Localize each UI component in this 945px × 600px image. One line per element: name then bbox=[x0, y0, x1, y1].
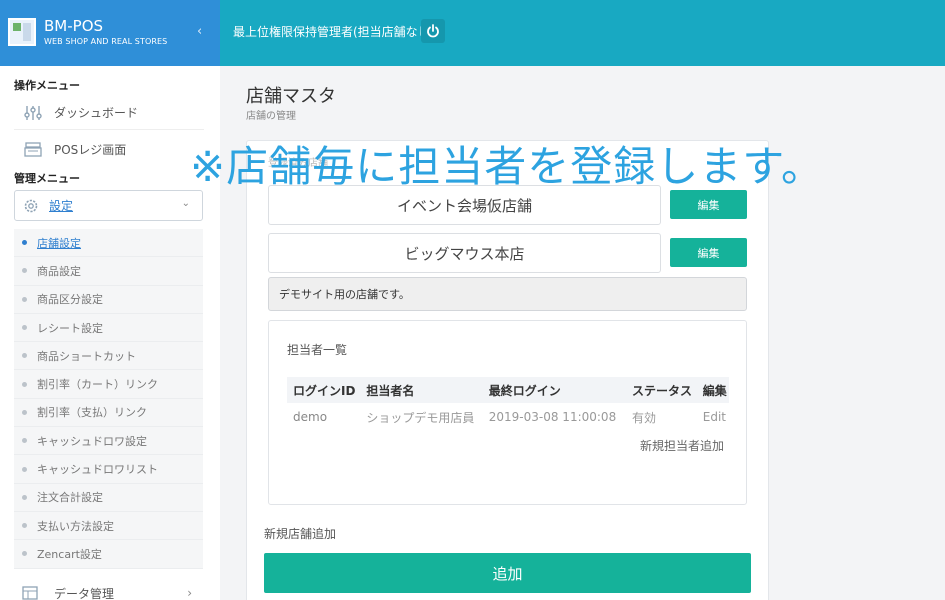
submenu-label: キャッシュドロワ設定 bbox=[37, 434, 147, 448]
bullet-icon bbox=[22, 551, 27, 557]
ops-menu-title: 操作メニュー bbox=[14, 79, 80, 92]
submenu-label: Zencart設定 bbox=[37, 547, 102, 561]
submenu-label: 店舗設定 bbox=[37, 236, 81, 250]
gear-icon bbox=[23, 198, 39, 214]
column-header-edit: 編集 bbox=[696, 377, 729, 403]
submenu-label: 商品区分設定 bbox=[37, 293, 103, 307]
bullet-icon bbox=[22, 523, 27, 529]
submenu-item-discount-payment[interactable]: 割引率（支払）リンク bbox=[14, 399, 203, 428]
submenu-label: 商品設定 bbox=[37, 264, 81, 278]
sidebar: 操作メニュー ダッシュボード POSレジ画面 管理メニュー 設定 ⌄ 店舗設定 … bbox=[0, 66, 220, 600]
register-icon bbox=[22, 141, 44, 157]
submenu-label: 割引率（支払）リンク bbox=[37, 406, 147, 420]
brand-area[interactable]: BM-POS WEB SHOP AND REAL STORES ‹ bbox=[0, 0, 220, 66]
logout-button[interactable] bbox=[421, 19, 445, 43]
cell-last-login: 2019-03-08 11:00:08 bbox=[488, 410, 617, 424]
submenu-label: 支払い方法設定 bbox=[37, 519, 114, 533]
power-icon bbox=[427, 24, 439, 38]
cell-staff-name: ショップデモ用店員 bbox=[366, 410, 475, 425]
store-note[interactable]: デモサイト用の店舗です。 bbox=[268, 277, 747, 311]
submenu-item-product-settings[interactable]: 商品設定 bbox=[14, 257, 203, 286]
annotation-overlay-text: ※店舗毎に担当者を登録します。 bbox=[190, 142, 824, 191]
sidebar-item-settings[interactable]: 設定 ⌄ bbox=[14, 190, 203, 221]
sidebar-item-pos-register[interactable]: POSレジ画面 bbox=[14, 132, 204, 166]
bullet-icon bbox=[22, 466, 27, 472]
database-icon bbox=[22, 586, 44, 600]
submenu-label: 商品ショートカット bbox=[37, 349, 136, 363]
column-header-status: ステータス bbox=[625, 377, 697, 403]
sidebar-item-dashboard[interactable]: ダッシュボード bbox=[14, 96, 204, 130]
page-title: 店舗マスタ bbox=[246, 86, 336, 107]
add-store-button[interactable]: 追加 bbox=[264, 553, 751, 593]
submenu-label: 割引率（カート）リンク bbox=[37, 378, 158, 392]
app-subtitle: WEB SHOP AND REAL STORES bbox=[44, 37, 168, 46]
sidebar-item-label: ダッシュボード bbox=[54, 106, 139, 120]
sidebar-item-label: 設定 bbox=[49, 199, 74, 213]
bullet-icon bbox=[22, 268, 27, 274]
submenu-label: レシート設定 bbox=[37, 321, 103, 335]
new-store-label: 新規店舗追加 bbox=[264, 527, 337, 541]
submenu-item-discount-cart[interactable]: 割引率（カート）リンク bbox=[14, 370, 203, 399]
staff-table: ログインID 担当者名 最終ログイン ステータス 編集 demo ショップデモ用… bbox=[287, 377, 729, 431]
staff-panel: 担当者一覧 ログインID 担当者名 最終ログイン ステータス 編集 demo シ… bbox=[268, 320, 747, 505]
bullet-icon bbox=[22, 438, 27, 444]
current-user-label: 最上位権限保持管理者(担当店舗なし) bbox=[233, 25, 435, 39]
store-name-field[interactable]: ビッグマウス本店 bbox=[268, 233, 661, 273]
column-header-last-login: 最終ログイン bbox=[482, 377, 626, 403]
app-title: BM-POS bbox=[44, 17, 104, 35]
bullet-icon bbox=[22, 409, 27, 415]
bullet-icon bbox=[22, 353, 27, 359]
edit-store-button[interactable]: 編集 bbox=[670, 190, 747, 219]
chevron-down-icon: ⌄ bbox=[181, 198, 190, 209]
submenu-item-product-category[interactable]: 商品区分設定 bbox=[14, 286, 203, 314]
column-header-login-id: ログインID bbox=[287, 377, 361, 403]
submenu-label: 注文合計設定 bbox=[37, 491, 103, 505]
bullet-icon bbox=[22, 240, 27, 246]
bullet-icon bbox=[22, 296, 27, 302]
edit-staff-link[interactable]: Edit bbox=[697, 403, 729, 431]
sidebar-item-label: データ管理 bbox=[54, 586, 115, 600]
submenu-item-order-total[interactable]: 注文合計設定 bbox=[14, 484, 203, 512]
collapse-sidebar-icon[interactable]: ‹ bbox=[197, 24, 202, 39]
app-logo-icon bbox=[8, 18, 36, 46]
table-row: demo ショップデモ用店員 2019-03-08 11:00:08 有効 Ed… bbox=[287, 403, 729, 431]
submenu-item-cash-drawer-settings[interactable]: キャッシュドロワ設定 bbox=[14, 427, 203, 456]
sidebar-item-data-management[interactable]: データ管理 › bbox=[14, 578, 204, 600]
bullet-icon bbox=[22, 381, 27, 387]
submenu-item-product-shortcut[interactable]: 商品ショートカット bbox=[14, 342, 203, 371]
edit-store-button[interactable]: 編集 bbox=[670, 238, 747, 267]
page-subtitle: 店舗の管理 bbox=[246, 111, 296, 122]
admin-menu-title: 管理メニュー bbox=[14, 172, 80, 185]
sidebar-item-label: POSレジ画面 bbox=[54, 142, 127, 157]
bullet-icon bbox=[22, 325, 27, 331]
cell-login-id: demo bbox=[293, 410, 328, 424]
submenu-item-zencart[interactable]: Zencart設定 bbox=[14, 540, 203, 569]
chevron-right-icon: › bbox=[187, 586, 192, 600]
add-staff-link[interactable]: 新規担当者追加 bbox=[640, 437, 724, 454]
top-bar: 最上位権限保持管理者(担当店舗なし) bbox=[220, 0, 945, 66]
settings-submenu: 店舗設定 商品設定 商品区分設定 レシート設定 商品ショートカット 割引率（カー… bbox=[14, 229, 203, 569]
column-header-staff-name: 担当者名 bbox=[360, 377, 483, 403]
submenu-label: キャッシュドロワリスト bbox=[37, 463, 158, 477]
submenu-item-receipt[interactable]: レシート設定 bbox=[14, 314, 203, 343]
bullet-icon bbox=[22, 494, 27, 500]
submenu-item-store-settings[interactable]: 店舗設定 bbox=[14, 229, 203, 258]
sliders-icon bbox=[22, 105, 44, 121]
cell-status: 有効 bbox=[631, 410, 656, 425]
staff-list-title: 担当者一覧 bbox=[287, 343, 348, 357]
submenu-item-payment-methods[interactable]: 支払い方法設定 bbox=[14, 512, 203, 541]
submenu-item-cash-drawer-list[interactable]: キャッシュドロワリスト bbox=[14, 455, 203, 484]
